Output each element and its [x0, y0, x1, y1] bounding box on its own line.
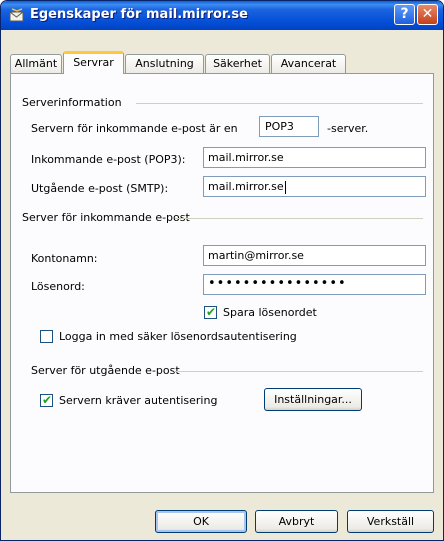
help-button[interactable]: ?: [394, 4, 415, 25]
outgoing-server-value: mail.mirror.se: [208, 180, 284, 193]
tab-advanced[interactable]: Avancerat: [271, 54, 346, 73]
outgoing-server-input[interactable]: mail.mirror.se: [203, 176, 426, 197]
settings-button[interactable]: Inställningar...: [264, 388, 362, 411]
save-password-label[interactable]: Spara lösenordet: [223, 306, 317, 319]
tab-security[interactable]: Säkerhet: [205, 54, 270, 73]
tab-connection[interactable]: Anslutning: [125, 54, 204, 73]
window-title: Egenskaper för mail.mirror.se: [30, 7, 248, 22]
save-password-checkbox[interactable]: ✔: [204, 305, 217, 319]
password-input[interactable]: ••••••••••••••••: [203, 274, 426, 295]
outgoing-server-label: Utgående e-post (SMTP):: [31, 182, 169, 195]
tab-servers[interactable]: Servrar: [63, 51, 124, 74]
secure-password-auth-checkbox[interactable]: [40, 330, 53, 343]
server-info-group-label: Serverinformation: [22, 96, 122, 109]
incoming-server-type-field: POP3: [259, 116, 319, 137]
close-button[interactable]: ✕: [417, 4, 438, 25]
servers-tab-panel: Serverinformation Servern för inkommande…: [10, 73, 434, 493]
cancel-button[interactable]: Avbryt: [255, 510, 338, 533]
properties-dialog: Egenskaper för mail.mirror.se ? ✕ Allmän…: [0, 0, 444, 541]
group-divider: [175, 218, 423, 219]
server-requires-auth-checkbox[interactable]: ✔: [40, 393, 53, 407]
incoming-group-label: Server för inkommande e-post: [22, 211, 190, 224]
checkmark-icon: ✔: [206, 305, 217, 319]
outgoing-group-label: Server för utgående e-post: [31, 364, 180, 377]
incoming-type-suffix: -server.: [327, 122, 369, 135]
checkmark-icon: ✔: [42, 393, 53, 407]
incoming-server-label: Inkommande e-post (POP3):: [31, 153, 186, 166]
account-name-label: Kontonamn:: [31, 252, 98, 265]
account-name-input[interactable]: martin@mirror.se: [203, 245, 426, 266]
text-cursor: [284, 180, 286, 194]
incoming-server-input[interactable]: mail.mirror.se: [203, 147, 426, 168]
mail-account-icon: [9, 8, 24, 22]
apply-button[interactable]: Verkställ: [347, 510, 434, 533]
group-divider: [136, 103, 423, 104]
ok-button[interactable]: OK: [155, 510, 247, 533]
server-requires-auth-label[interactable]: Servern kräver autentisering: [59, 394, 217, 407]
incoming-type-prefix: Servern för inkommande e-post är en: [31, 122, 238, 135]
secure-password-auth-label[interactable]: Logga in med säker lösenordsautentiserin…: [59, 330, 297, 343]
title-bar[interactable]: Egenskaper för mail.mirror.se ? ✕: [1, 1, 443, 30]
group-divider: [174, 371, 423, 372]
password-label: Lösenord:: [31, 280, 85, 293]
tab-general[interactable]: Allmänt: [10, 54, 62, 73]
